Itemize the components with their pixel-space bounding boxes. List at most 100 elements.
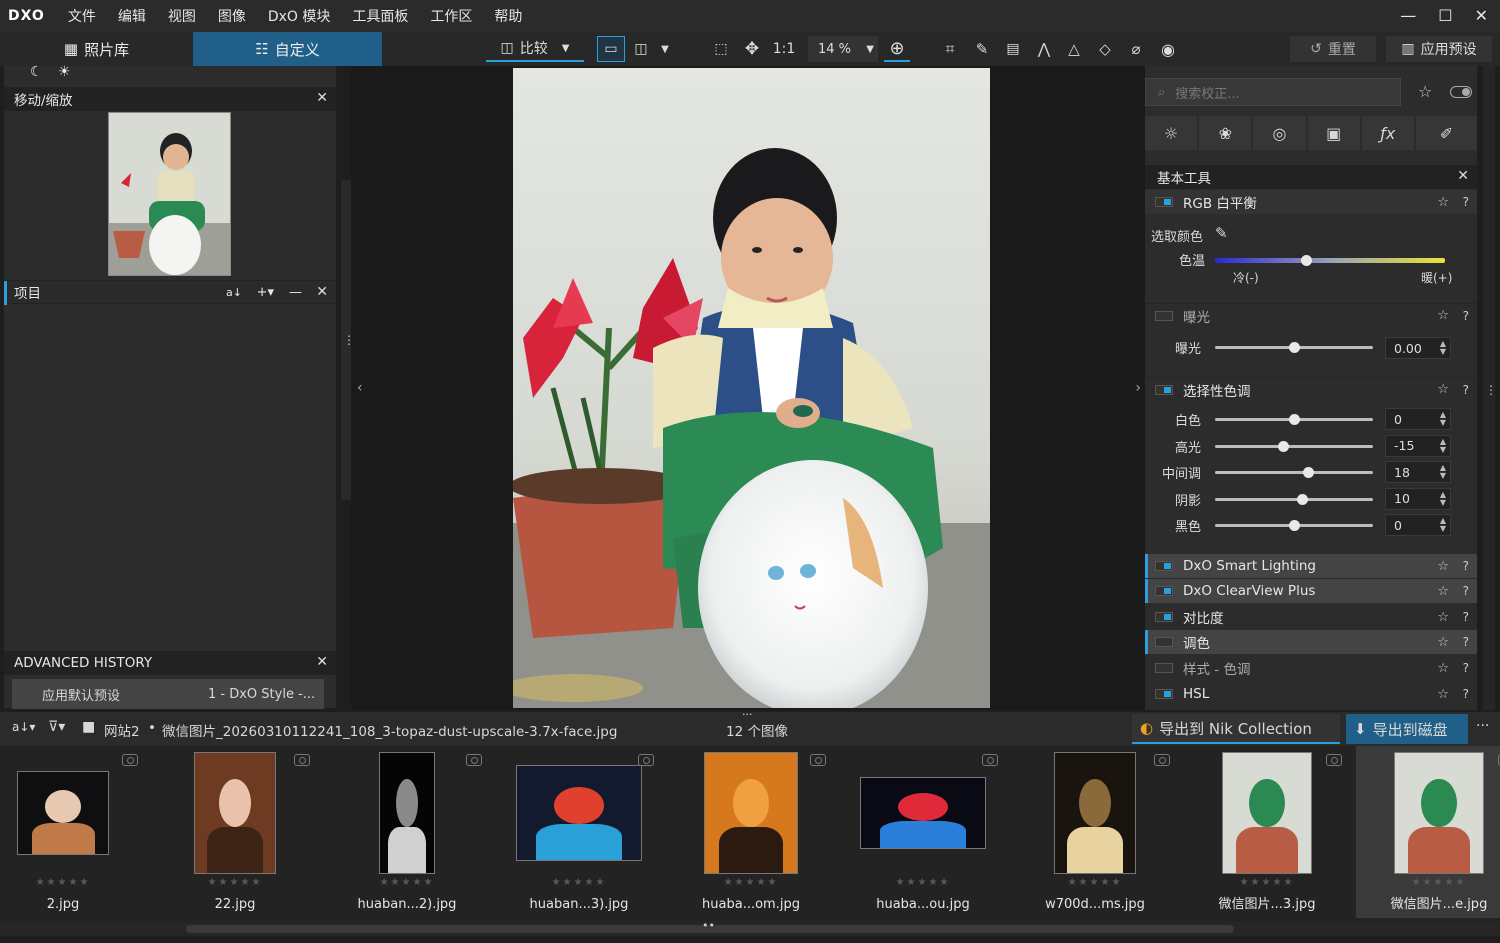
menu-workspace[interactable]: 工作区 (419, 6, 483, 26)
rating-stars[interactable]: ★★★★★ (840, 877, 1006, 888)
tone-slider[interactable] (1215, 493, 1373, 505)
star-icon[interactable]: ☆ (1437, 610, 1449, 625)
image-viewer[interactable]: ‹ › (351, 66, 1145, 710)
hsl-section[interactable]: HSL ☆? (1145, 682, 1477, 706)
basic-tools-header[interactable]: 基本工具 ✕ (1145, 165, 1477, 189)
menu-help[interactable]: 帮助 (483, 6, 533, 26)
eraser-button[interactable]: ⌀ (1124, 36, 1148, 62)
close-icon[interactable]: ✕ (316, 654, 328, 670)
rating-stars[interactable]: ★★★★★ (1184, 877, 1350, 888)
crop-button[interactable]: ⌗ (938, 36, 962, 62)
filmstrip-thumbnail[interactable]: ★★★★★ huaba...om.jpg (668, 746, 834, 918)
enable-checkbox[interactable] (1155, 689, 1173, 699)
enable-checkbox[interactable] (1155, 663, 1173, 673)
apply-preset-button[interactable]: ▥ 应用预设 (1386, 36, 1492, 62)
enable-checkbox[interactable] (1155, 561, 1173, 571)
move-zoom-header[interactable]: 移动/缩放 ✕ (4, 87, 336, 111)
exposure-section[interactable]: 曝光 ☆? (1145, 303, 1477, 327)
single-view-button[interactable]: ▭ (597, 36, 625, 62)
slider-knob[interactable] (1303, 467, 1314, 478)
drag-handle-icon[interactable]: •• (702, 919, 715, 932)
light-icon[interactable]: ☼ (1145, 116, 1198, 150)
clearview-section[interactable]: DxO ClearView Plus ☆? (1145, 579, 1477, 603)
sort-icon[interactable]: a↓▾ (12, 720, 35, 734)
tone-value[interactable]: 0 ▲ ▼ (1385, 408, 1451, 430)
help-icon[interactable]: ? (1463, 195, 1469, 209)
more-vertical-icon[interactable]: ⋮ (1485, 383, 1497, 397)
filmstrip-thumbnail[interactable]: ★★★★★ 22.jpg (152, 746, 318, 918)
star-icon[interactable]: ☆ (1437, 687, 1449, 702)
folder-name[interactable]: 网站2 (104, 720, 140, 740)
history-row[interactable]: 应用默认预设 1 - DxO Style -... (12, 679, 324, 709)
projects-header[interactable]: 项目 a↓ +▾ — ✕ (4, 280, 336, 305)
zoom-select[interactable]: 14 % ▼ (808, 36, 878, 62)
help-icon[interactable]: ? (1463, 635, 1469, 649)
navigator-thumbnail[interactable] (108, 112, 231, 276)
zoom-in-button[interactable]: ⊕ (884, 36, 910, 62)
menu-view[interactable]: 视图 (157, 6, 207, 26)
star-icon[interactable]: ☆ (1437, 635, 1449, 650)
menu-edit[interactable]: 编辑 (107, 6, 157, 26)
filter-icon[interactable]: ⊽▾ (48, 719, 65, 735)
stepper-icon[interactable]: ▲ ▼ (1440, 517, 1446, 533)
more-horizontal-icon[interactable]: ··· (742, 708, 753, 721)
star-icon[interactable]: ☆ (1437, 559, 1449, 574)
tone-value[interactable]: 10 ▲ ▼ (1385, 487, 1451, 510)
chevron-left-icon[interactable]: ‹ (357, 380, 363, 396)
stepper-icon[interactable]: ▲ ▼ (1440, 411, 1446, 427)
slider-knob[interactable] (1301, 255, 1312, 266)
slider-knob[interactable] (1289, 342, 1300, 353)
local-adjust-button[interactable]: △ (1062, 36, 1086, 62)
filmstrip-thumbnail[interactable]: ★★★★★ huaba...ou.jpg (840, 746, 1006, 918)
enable-checkbox[interactable] (1155, 586, 1173, 596)
add-icon[interactable]: +▾ (257, 285, 274, 300)
enable-checkbox[interactable] (1155, 612, 1173, 622)
rating-stars[interactable]: ★★★★★ (324, 877, 490, 888)
maximize-icon[interactable]: ☐ (1438, 6, 1452, 25)
tone-slider[interactable] (1215, 414, 1373, 425)
style-toning-section[interactable]: 样式 - 色调 ☆? (1145, 656, 1477, 680)
help-icon[interactable]: ? (1463, 584, 1469, 598)
export-nik-button[interactable]: ◐ 导出到 Nik Collection (1132, 714, 1340, 744)
repair-button[interactable]: ◇ (1093, 36, 1117, 62)
eyedropper-icon[interactable]: ✎ (1215, 224, 1228, 242)
rating-stars[interactable]: ★★★★★ (668, 877, 834, 888)
star-icon[interactable]: ☆ (1418, 82, 1432, 101)
preview-button[interactable]: ◉ (1155, 36, 1181, 62)
tone-value[interactable]: 0 ▲ ▼ (1385, 514, 1451, 536)
stepper-icon[interactable]: ▲ ▼ (1440, 490, 1446, 507)
contrast-section[interactable]: 对比度 ☆? (1145, 605, 1477, 629)
tone-slider[interactable] (1215, 440, 1373, 452)
tab-customize[interactable]: ☷ 自定义 (193, 32, 382, 66)
chevron-right-icon[interactable]: › (1135, 380, 1141, 396)
fit-screen-button[interactable]: ⬚ (710, 36, 732, 62)
history-header[interactable]: ADVANCED HISTORY ✕ (4, 651, 336, 675)
star-icon[interactable]: ☆ (1437, 584, 1449, 599)
filmstrip-thumbnail[interactable]: ★★★★★ 2.jpg (0, 746, 146, 918)
rgb-white-balance-section[interactable]: RGB 白平衡 ☆? (1145, 190, 1477, 214)
more-horizontal-icon[interactable]: ··· (1476, 718, 1489, 734)
help-icon[interactable]: ? (1463, 383, 1469, 397)
temperature-slider[interactable] (1215, 255, 1445, 266)
rating-stars[interactable]: ★★★★★ (0, 877, 146, 888)
close-icon[interactable]: ✕ (316, 284, 328, 300)
enable-checkbox[interactable] (1155, 637, 1173, 647)
enable-checkbox[interactable] (1155, 310, 1173, 321)
slider-knob[interactable] (1297, 493, 1308, 505)
help-icon[interactable]: ? (1463, 559, 1469, 573)
color-icon[interactable]: ❀ (1199, 116, 1252, 150)
close-icon[interactable]: ✕ (1475, 6, 1488, 25)
view-dropdown[interactable]: ▼ (656, 36, 674, 62)
star-icon[interactable]: ☆ (1437, 661, 1449, 676)
export-disk-button[interactable]: ⬇ 导出到磁盘 (1346, 714, 1468, 744)
moon-icon[interactable]: ☾ (30, 64, 43, 80)
search-corrections-input[interactable]: ⌕ 搜索校正... (1145, 78, 1401, 106)
slider-knob[interactable] (1278, 440, 1289, 452)
stepper-icon[interactable]: ▲ ▼ (1440, 340, 1446, 356)
toggle-switch[interactable] (1450, 86, 1472, 98)
star-icon[interactable]: ☆ (1437, 382, 1449, 397)
detail-icon[interactable]: ◎ (1253, 116, 1306, 150)
tab-photo-library[interactable]: ▦ 照片库 (0, 32, 193, 66)
slider-knob[interactable] (1289, 520, 1300, 531)
close-icon[interactable]: ✕ (1457, 168, 1469, 184)
